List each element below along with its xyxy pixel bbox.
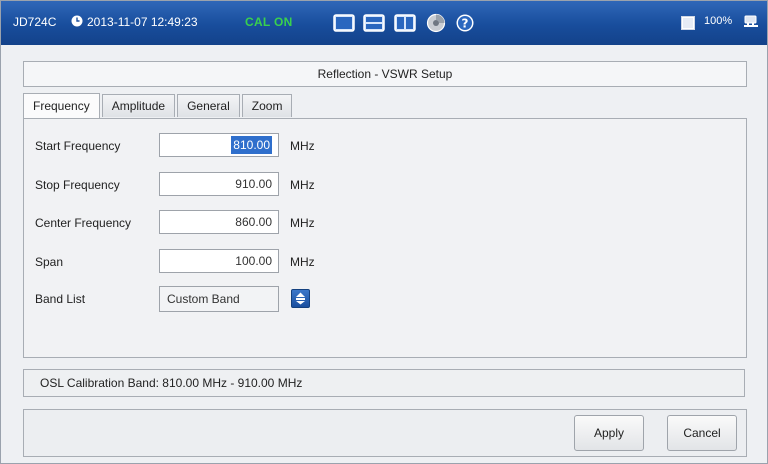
span-row: Span 100.00 MHz — [24, 249, 746, 275]
single-view-icon — [333, 14, 355, 32]
start-frequency-row: Start Frequency 810.00 MHz — [24, 133, 746, 159]
dialog-title: Reflection - VSWR Setup — [23, 61, 747, 87]
band-list-dropdown-button[interactable] — [291, 289, 310, 308]
settings-disc-button[interactable] — [423, 10, 449, 36]
span-label: Span — [35, 255, 64, 269]
stop-frequency-row: Stop Frequency 910.00 MHz — [24, 172, 746, 198]
center-frequency-unit: MHz — [290, 216, 315, 230]
dual-view-button[interactable] — [361, 10, 387, 36]
tab-general[interactable]: General — [177, 94, 240, 117]
center-frequency-label: Center Frequency — [35, 216, 132, 230]
apply-button[interactable]: Apply — [574, 415, 644, 451]
tab-amplitude[interactable]: Amplitude — [101, 94, 176, 117]
start-frequency-label: Start Frequency — [35, 139, 121, 153]
app-window: JD724C 2013-11-07 12:49:23 CAL ON ? 100%… — [0, 0, 768, 464]
split-view-button[interactable] — [392, 10, 418, 36]
help-icon: ? — [456, 14, 474, 32]
tab-zoom[interactable]: Zoom — [241, 94, 293, 117]
battery-icon — [681, 16, 695, 30]
center-frequency-row: Center Frequency 860.00 MHz — [24, 210, 746, 236]
calibration-info: OSL Calibration Band: 810.00 MHz - 910.0… — [23, 369, 745, 397]
clock-icon — [71, 15, 83, 27]
model-name: JD724C — [13, 15, 57, 29]
band-list-select[interactable]: Custom Band — [159, 286, 279, 312]
help-button[interactable]: ? — [452, 10, 478, 36]
span-input[interactable]: 100.00 — [159, 249, 279, 273]
span-unit: MHz — [290, 255, 315, 269]
power-plug-icon — [744, 15, 758, 27]
split-view-icon — [394, 14, 416, 32]
status-bar: JD724C 2013-11-07 12:49:23 CAL ON ? 100% — [1, 1, 767, 45]
cal-status: CAL ON — [245, 15, 293, 29]
tab-bar: Frequency Amplitude General Zoom — [23, 93, 294, 118]
start-frequency-unit: MHz — [290, 139, 315, 153]
dual-view-icon — [363, 14, 385, 32]
up-down-arrow-icon — [296, 292, 305, 305]
tab-frequency[interactable]: Frequency — [23, 93, 100, 118]
frequency-panel: Start Frequency 810.00 MHz Stop Frequenc… — [23, 118, 747, 358]
start-frequency-value: 810.00 — [231, 136, 272, 154]
band-list-row: Band List Custom Band — [24, 286, 746, 312]
band-list-label: Band List — [35, 292, 86, 306]
stop-frequency-label: Stop Frequency — [35, 178, 120, 192]
center-frequency-input[interactable]: 860.00 — [159, 210, 279, 234]
cancel-button[interactable]: Cancel — [667, 415, 737, 451]
svg-text:?: ? — [462, 17, 469, 31]
battery-percent: 100% — [704, 15, 733, 27]
datetime: 2013-11-07 12:49:23 — [87, 15, 198, 29]
single-view-button[interactable] — [331, 10, 357, 36]
start-frequency-input[interactable]: 810.00 — [159, 133, 279, 157]
stop-frequency-unit: MHz — [290, 178, 315, 192]
settings-disc-icon — [426, 13, 446, 33]
stop-frequency-input[interactable]: 910.00 — [159, 172, 279, 196]
button-bar: Apply Cancel — [23, 409, 747, 457]
